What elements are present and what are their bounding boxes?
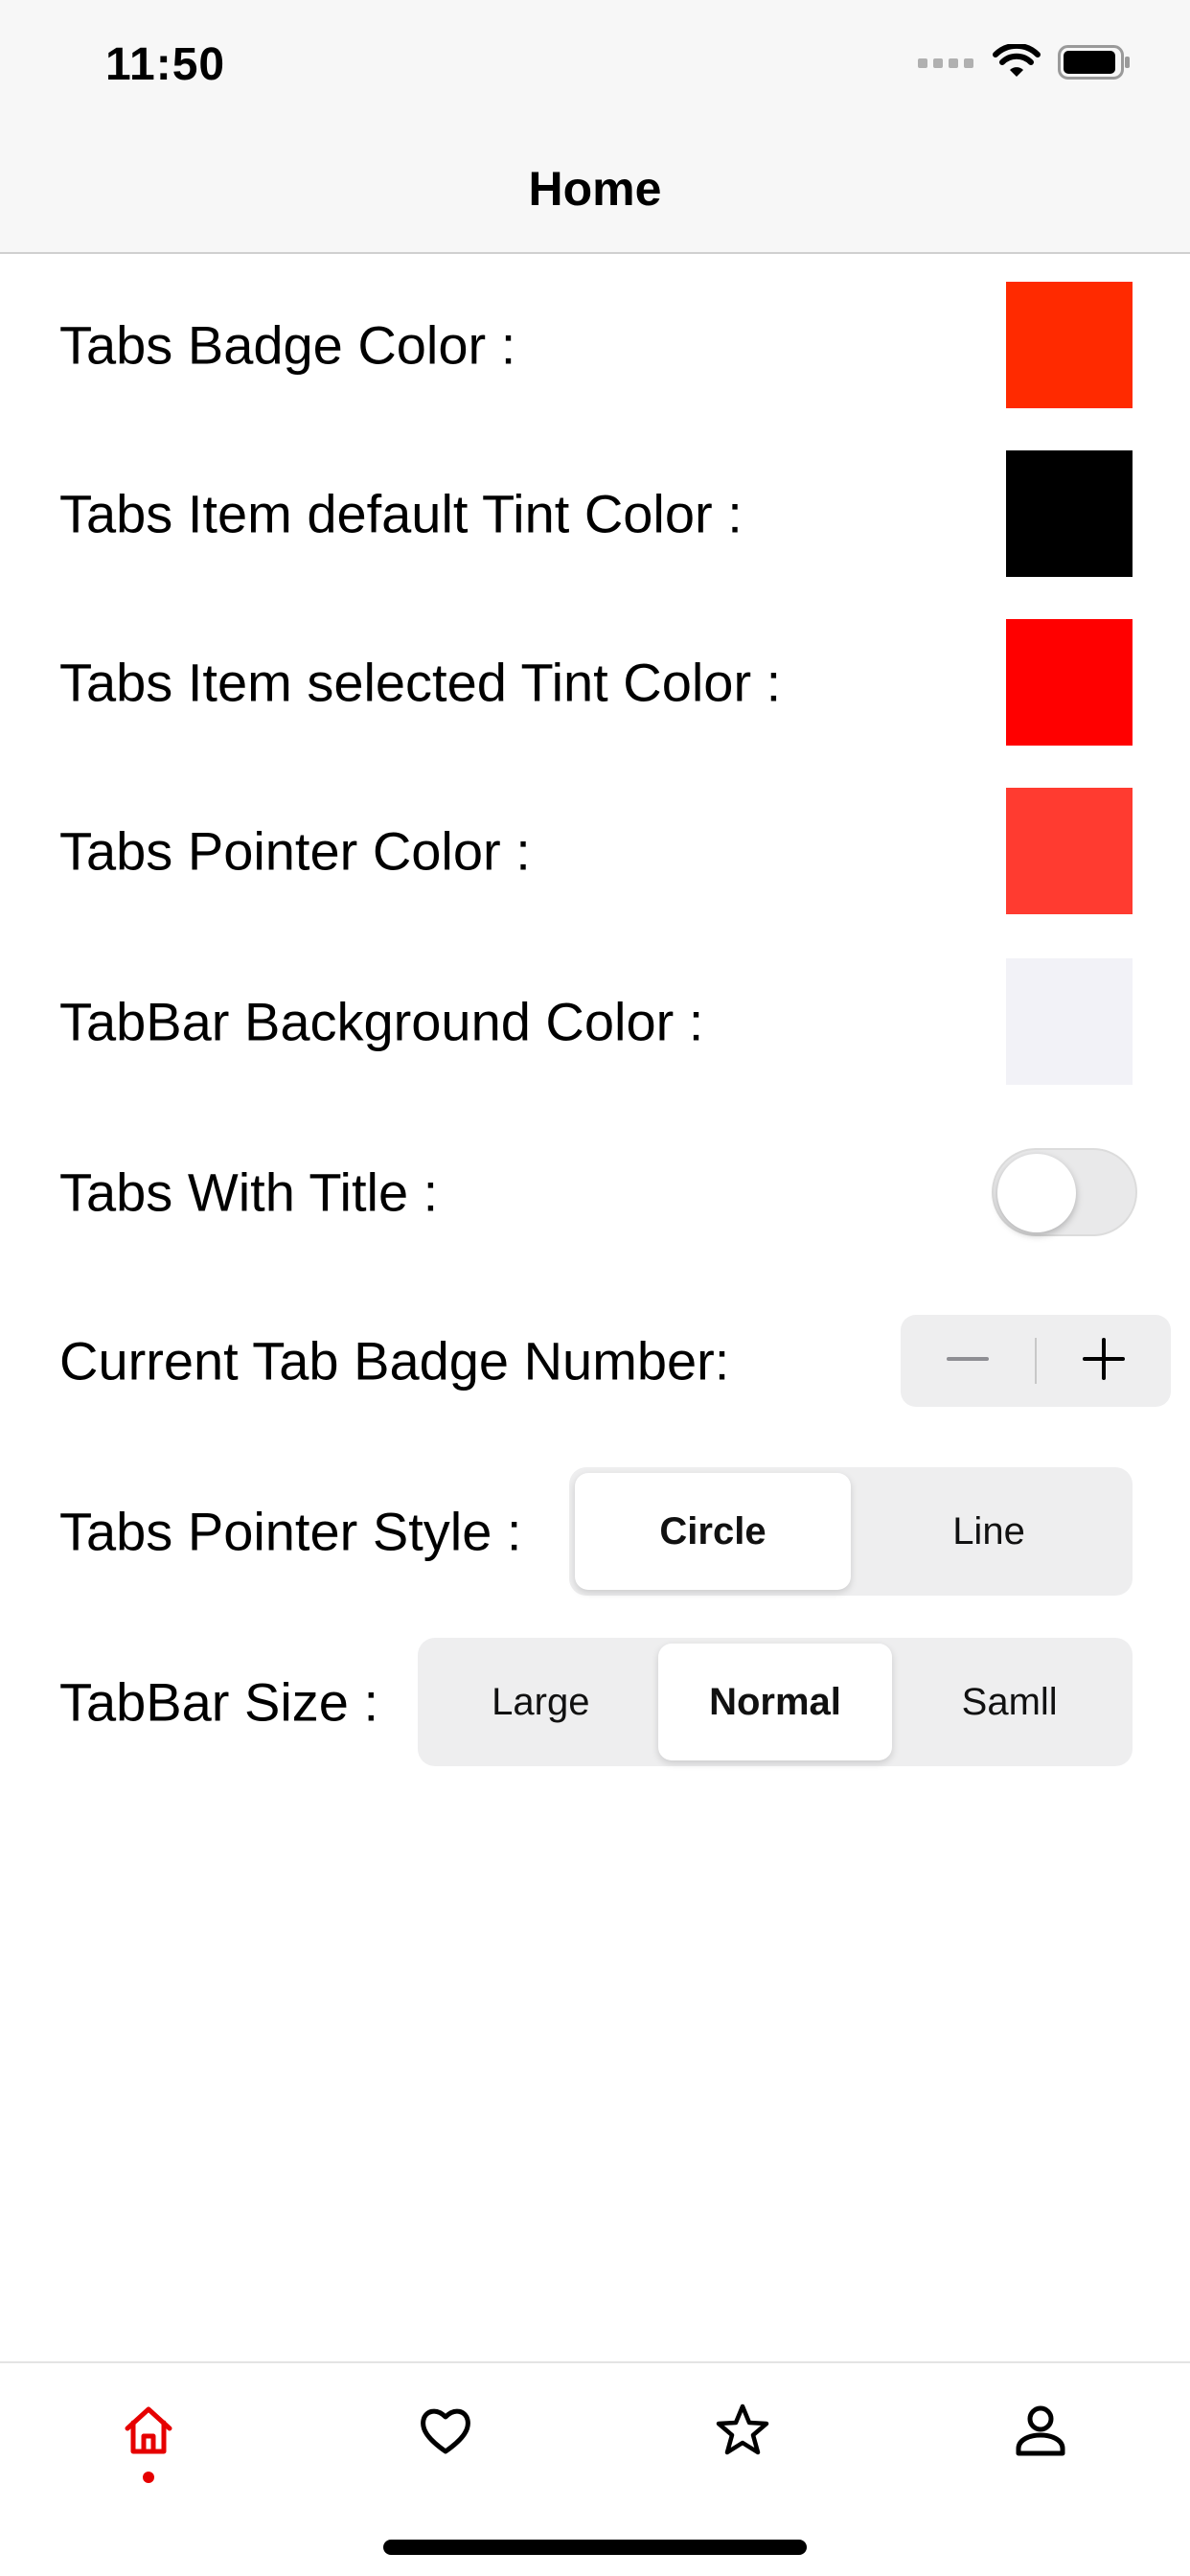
page-title: Home	[528, 162, 662, 216]
setting-row-tabbar-size: TabBar Size : Large Normal Samll	[0, 1618, 1190, 1786]
battery-icon	[1058, 45, 1133, 84]
tab-starred[interactable]	[685, 2402, 800, 2517]
badge-number-stepper	[901, 1315, 1171, 1407]
tabbar-size-label: TabBar Size :	[59, 1671, 379, 1733]
heart-icon	[417, 2402, 474, 2464]
tabbar-background-label: TabBar Background Color :	[59, 991, 704, 1052]
tab-profile[interactable]	[983, 2402, 1098, 2517]
tab-home[interactable]	[91, 2402, 206, 2517]
home-indicator	[383, 2540, 807, 2555]
home-icon	[120, 2402, 177, 2464]
setting-row-badge-color: Tabs Badge Color :	[0, 261, 1190, 429]
minus-icon	[947, 1338, 989, 1385]
star-icon	[714, 2402, 771, 2464]
tab-pointer-dot	[143, 2472, 154, 2483]
pointer-color-swatch[interactable]	[1006, 788, 1133, 914]
tabbar-size-segmented-control: Large Normal Samll	[418, 1638, 1133, 1766]
setting-row-with-title: Tabs With Title :	[0, 1108, 1190, 1276]
plus-icon	[1082, 1337, 1125, 1385]
status-time: 11:50	[105, 39, 226, 90]
pointer-style-segmented-control: Circle Line	[569, 1467, 1133, 1596]
segment-small[interactable]: Samll	[892, 1644, 1127, 1760]
segment-line[interactable]: Line	[851, 1473, 1127, 1590]
wifi-icon	[993, 42, 1041, 85]
setting-row-badge-number: Current Tab Badge Number:	[0, 1276, 1190, 1445]
cellular-signal-icon	[918, 55, 975, 75]
segment-normal[interactable]: Normal	[657, 1644, 893, 1760]
setting-row-tabbar-background: TabBar Background Color :	[0, 937, 1190, 1106]
selected-tint-label: Tabs Item selected Tint Color :	[59, 652, 782, 713]
setting-row-selected-tint: Tabs Item selected Tint Color :	[0, 598, 1190, 767]
toggle-knob	[997, 1154, 1076, 1232]
pointer-style-label: Tabs Pointer Style :	[59, 1501, 522, 1562]
badge-color-label: Tabs Badge Color :	[59, 314, 516, 376]
default-tint-swatch[interactable]	[1006, 450, 1133, 577]
segment-large[interactable]: Large	[423, 1644, 658, 1760]
pointer-color-label: Tabs Pointer Color :	[59, 820, 531, 882]
tab-favorites[interactable]	[388, 2402, 503, 2517]
tabbar-background-swatch[interactable]	[1006, 958, 1133, 1085]
increment-button[interactable]	[1037, 1315, 1171, 1407]
segment-circle[interactable]: Circle	[575, 1473, 851, 1590]
badge-number-label: Current Tab Badge Number:	[59, 1330, 730, 1392]
default-tint-label: Tabs Item default Tint Color :	[59, 483, 743, 544]
badge-color-swatch[interactable]	[1006, 282, 1133, 408]
status-icons	[918, 42, 1133, 85]
setting-row-pointer-style: Tabs Pointer Style : Circle Line	[0, 1447, 1190, 1616]
with-title-label: Tabs With Title :	[59, 1162, 439, 1223]
decrement-button[interactable]	[901, 1315, 1035, 1407]
navigation-bar: 11:50 Home	[0, 0, 1190, 254]
setting-row-pointer-color: Tabs Pointer Color :	[0, 767, 1190, 935]
selected-tint-swatch[interactable]	[1006, 619, 1133, 746]
with-title-toggle[interactable]	[992, 1148, 1137, 1236]
person-icon	[1012, 2402, 1069, 2464]
setting-row-default-tint: Tabs Item default Tint Color :	[0, 429, 1190, 598]
